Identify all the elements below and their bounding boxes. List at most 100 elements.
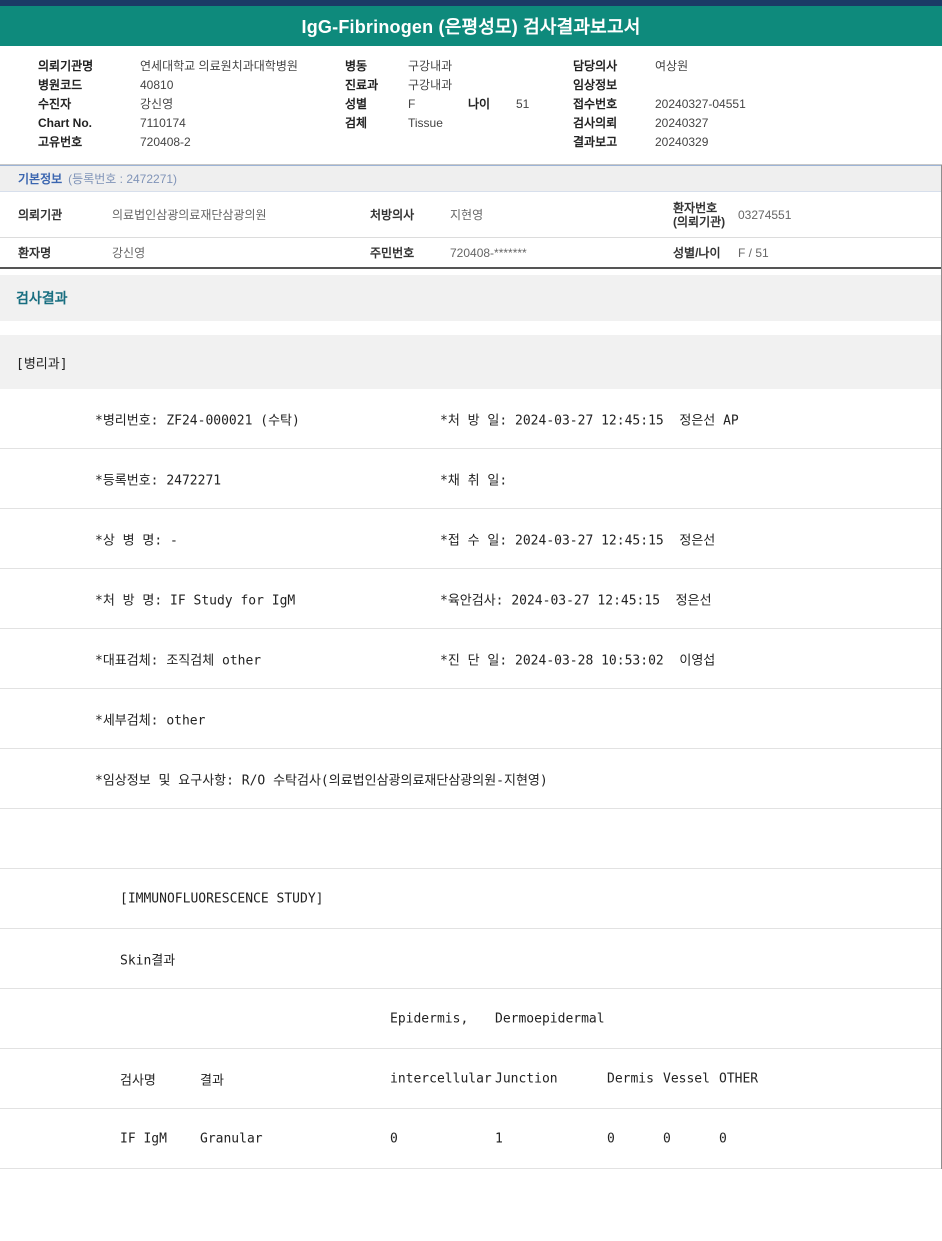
field-value: 51 [516,96,530,111]
field-label: 접수번호 [573,97,618,111]
if-study-title: [IMMUNOFLUORESCENCE STUDY] [120,891,324,906]
field-value: 구강내과 [408,59,453,73]
field-value: F / 51 [738,245,769,260]
field-value: 720408-******* [450,245,527,260]
pathology-field-right: *처 방 일: 2024-03-27 12:45:15 정은선 AP [440,413,739,428]
basic-info-bar: 기본정보 (등록번호 : 2472271) [0,165,941,192]
field-value: 지현영 [450,208,484,222]
pathology-field-left: *대표검체: 조직검체 other [95,653,262,668]
cell-intercellular: 0 [390,1131,398,1146]
field-value: 강신영 [140,97,174,111]
department-band: [병리과] [0,335,941,389]
field-value: 20240329 [655,134,709,149]
field-label-line1: 환자번호 [673,200,718,215]
field-value: 여상원 [655,59,689,73]
report-header-info: 의뢰기관명 연세대학교 의료원치과대학병원 병원코드 40810 수진자 강신영 Ch… [0,46,942,164]
pathology-row: *임상정보 및 요구사항: R/O 수탁검사(의료법인삼광의료재단삼광의원-지현… [0,749,941,809]
cell-dermis: 0 [607,1131,615,1146]
field-label: 환자명 [18,246,52,260]
pathology-field-right: *진 단 일: 2024-03-28 10:53:02 이영섭 [440,653,716,668]
cell-result: Granular [200,1131,263,1146]
field-value: 20240327 [655,115,709,130]
field-label: 환자번호 (의뢰기관) [655,201,738,229]
pathology-row: *병리번호: ZF24-000021 (수탁) *처 방 일: 2024-03-… [0,389,941,449]
header-column-2: 병동 구강내과 진료과 구강내과 성별 F 나이 51 검체 Tissue [345,56,529,132]
field-label: 고유번호 [38,135,83,149]
header-column-3: 담당의사 여상원 임상정보 접수번호 20240327-04551 검사의뢰 2024… [573,56,746,151]
column-header: OTHER [719,1071,759,1086]
column-header: 검사명 [120,1073,156,1088]
field-label: 병원코드 [38,78,83,92]
if-study-subtitle: Skin결과 [120,953,176,968]
field-label: 수진자 [38,97,72,111]
field-label: 성별 [345,97,368,111]
if-study-header-row: 검사명 결과 intercellular Junction Dermis Ves… [0,1049,941,1109]
field-value: 720408-2 [140,134,191,149]
if-study-title-row: [IMMUNOFLUORESCENCE STUDY] [0,869,941,929]
field-value: Tissue [408,115,443,130]
pathology-field-left: *처 방 명: IF Study for IgM [95,593,296,608]
report-body: 기본정보 (등록번호 : 2472271) 의뢰기관 의료법인삼광의료재단삼광의… [0,165,942,1169]
field-label: 결과보고 [573,135,618,149]
pathology-row: *대표검체: 조직검체 other *진 단 일: 2024-03-28 10:… [0,629,941,689]
pathology-row: *등록번호: 2472271 *채 취 일: [0,449,941,509]
column-header: Junction [495,1071,558,1086]
blank-row [0,809,941,869]
pathology-field-left: *상 병 명: - [95,533,178,548]
header-column-1: 의뢰기관명 연세대학교 의료원치과대학병원 병원코드 40810 수진자 강신영 Ch… [38,56,298,151]
if-study-data-row: IF IgM Granular 0 1 0 0 0 [0,1109,941,1169]
pathology-field-right: *접 수 일: 2024-03-27 12:45:15 정은선 [440,533,716,548]
field-value: 40810 [140,77,174,92]
cell-vessel: 0 [663,1131,671,1146]
cell-other: 0 [719,1131,727,1146]
cell-test-name: IF IgM [120,1131,167,1146]
column-header: Dermis [607,1071,654,1086]
pathology-row: *상 병 명: - *접 수 일: 2024-03-27 12:45:15 정은… [0,509,941,569]
field-label: Chart No. [38,115,92,130]
pathology-field-left: *병리번호: ZF24-000021 (수탁) [95,413,300,428]
column-header: Vessel [663,1071,710,1086]
field-value: 의료법인삼광의료재단삼광의원 [112,208,267,222]
field-label: 병동 [345,59,368,73]
cell-junction: 1 [495,1131,503,1146]
field-label: 진료과 [345,78,379,92]
field-label: 검체 [345,116,368,130]
field-value: 20240327-04551 [655,96,746,111]
basic-info-reg-number: (등록번호 : 2472271) [68,172,178,186]
pathology-field-left: *임상정보 및 요구사항: R/O 수탁검사(의료법인삼광의료재단삼광의원-지현… [95,773,548,788]
field-label: 의뢰기관명 [38,59,94,73]
basic-info-row: 환자명 강신영 주민번호 720408-******* 성별/나이 F / 51 [0,238,941,269]
column-group-label: Epidermis, [390,1011,469,1026]
column-header: 결과 [200,1073,224,1088]
field-value: 03274551 [738,207,792,222]
field-label: 성별/나이 [673,246,721,260]
field-label: 담당의사 [573,59,618,73]
pathology-field-left: *세부검체: other [95,713,206,728]
column-group-label: Dermoepidermal [495,1011,605,1026]
lab-report-page: { "title": "IgG-Fibrinogen (은평성모) 검사결과보고… [0,0,942,1241]
field-label: 나이 [468,97,491,111]
if-study-subtitle-row: Skin결과 [0,929,941,989]
field-label: 임상정보 [573,78,618,92]
report-title-banner: IgG-Fibrinogen (은평성모) 검사결과보고서 [0,6,942,46]
basic-info-row: 의뢰기관 의료법인삼광의료재단삼광의원 처방의사 지현영 환자번호 (의뢰기관) … [0,192,941,238]
field-value: F [408,96,416,111]
field-label: 검사의뢰 [573,116,618,130]
field-label: 주민번호 [370,246,415,260]
field-value: 7110174 [140,115,186,130]
if-study-header-top-row: Epidermis, Dermoepidermal [0,989,941,1049]
basic-info-title: 기본정보 [18,172,63,186]
column-header: intercellular [390,1071,492,1086]
field-label-line2: (의뢰기관) [673,214,726,229]
pathology-field-right: *육안검사: 2024-03-27 12:45:15 정은선 [440,593,712,608]
field-value: 연세대학교 의료원치과대학병원 [140,59,298,73]
results-section-header: 검사결과 [0,275,941,321]
field-value: 강신영 [112,246,146,260]
report-title: IgG-Fibrinogen (은평성모) 검사결과보고서 [301,17,641,37]
pathology-row: *처 방 명: IF Study for IgM *육안검사: 2024-03-… [0,569,941,629]
pathology-row: *세부검체: other [0,689,941,749]
department-label: [병리과] [16,356,68,372]
field-label: 의뢰기관 [18,208,63,222]
pathology-field-left: *등록번호: 2472271 [95,473,222,488]
